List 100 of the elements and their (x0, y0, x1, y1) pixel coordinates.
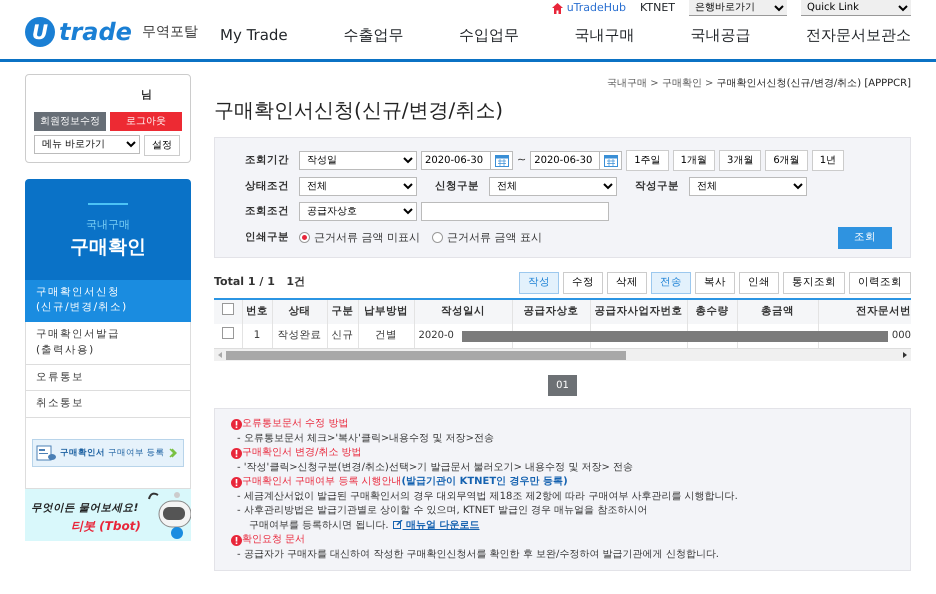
notice-text: - 오류통보문서 체크>'복사'클릭>내용수정 및 저장>전송 (236, 432, 495, 446)
logout-button[interactable]: 로그아웃 (110, 112, 182, 130)
notice-note: (발급기관이 KTNET인 경우만 등록) (402, 475, 568, 489)
row-checkbox[interactable] (222, 326, 234, 339)
sidebar-item[interactable]: 구매확인서신청 (신규/변경/취소) (25, 280, 191, 322)
radio-option[interactable]: 근거서류 금액 미표시 (299, 230, 420, 246)
notice-title: 구매확인서 변경/취소 방법 (242, 446, 362, 460)
radio-icon[interactable] (432, 232, 443, 244)
notice-title: 오류통보문서 수정 방법 (242, 417, 348, 431)
page-title: 구매확인서신청(신규/변경/취소) (214, 97, 504, 124)
category-label: 국내구매 (85, 216, 131, 232)
alert-icon (231, 534, 242, 546)
period-type-select[interactable]: 작성일 (299, 151, 417, 170)
period-button[interactable]: 1년 (812, 150, 844, 171)
chatbot-question: 무엇이든 물어보세요! (31, 501, 140, 516)
write-type-select[interactable]: 전체 (689, 177, 807, 196)
nav-item[interactable]: 수출업무 (343, 24, 404, 46)
table-cell: 건별 (375, 328, 397, 341)
date-field[interactable]: 2020-06-30 (421, 151, 491, 170)
column-header: 공급자사업자번호 (590, 298, 687, 324)
column-header: 구분 (327, 298, 358, 324)
field-label: 조회조건 (245, 204, 290, 219)
category-title: 구매확인 (69, 235, 147, 260)
search-field[interactable] (421, 202, 609, 221)
sidebar-item[interactable]: 오류통보 (25, 364, 191, 392)
period-button[interactable]: 1주일 (626, 150, 669, 171)
period-button[interactable]: 6개월 (765, 150, 808, 171)
table-cell: 신규 (332, 328, 354, 341)
manual-download-link[interactable]: 매뉴얼 다운로드 (392, 520, 480, 530)
alert-icon (231, 476, 242, 488)
column-header: 납부방법 (358, 298, 414, 324)
radio-icon[interactable] (299, 232, 310, 244)
notice-title: 확인요청 문서 (242, 533, 306, 547)
action-button[interactable]: 작성 (519, 272, 559, 294)
action-button[interactable]: 복사 (695, 272, 735, 294)
column-header: 상태 (272, 298, 327, 324)
notice-title: 구매확인서 구매여부 등록 시행안내 (242, 475, 402, 489)
horizontal-scrollbar[interactable] (214, 349, 911, 361)
notice-text: - '작성'클릭>신청구분(변경/취소)선택>기 발급문서 불러오기> 내용수정 및 저장> 전송 (236, 460, 634, 474)
scroll-right-icon[interactable] (903, 352, 907, 358)
calendar-icon[interactable] (491, 151, 513, 170)
action-button[interactable]: 삭제 (607, 272, 647, 294)
scroll-left-icon[interactable] (218, 352, 222, 358)
logo-text: trade (59, 17, 132, 48)
banner-text: 구매확인서 구매여부 등록 (60, 446, 165, 460)
action-button[interactable]: 수정 (563, 272, 603, 294)
field-label: 조회기간 (245, 152, 290, 168)
home-link[interactable]: uTradeHub (552, 0, 626, 16)
chatbot-banner[interactable]: 무엇이든 물어보세요! 티봇 (Tbot) (25, 489, 191, 541)
chatbot-name: 티봇 (Tbot) (71, 518, 142, 535)
action-button[interactable]: 전송 (651, 272, 691, 294)
column-header: 총수량 (687, 298, 737, 324)
quick-link-select[interactable]: Quick Link (801, 0, 911, 16)
condition-select[interactable]: 공급자상호 (299, 202, 417, 221)
action-button[interactable]: 통지조회 (783, 272, 845, 294)
period-button[interactable]: 1개월 (672, 150, 715, 171)
field-label: 작성구분 (635, 178, 680, 194)
total-count: Total 1 / 1 1건 (214, 274, 306, 290)
nav-item[interactable]: 국내공급 (690, 24, 750, 46)
nav-item[interactable]: 전자문서보관소 (806, 24, 911, 46)
apply-type-select[interactable]: 전체 (489, 177, 617, 196)
action-button[interactable]: 이력조회 (849, 272, 911, 294)
column-header: 총금액 (737, 298, 818, 324)
column-header: 공급자상호 (512, 298, 590, 324)
nav-item[interactable]: 수입업무 (458, 24, 519, 46)
table-cell: 1 (254, 328, 260, 341)
column-header: 번호 (242, 298, 272, 324)
breadcrumb: 국내구매 > 구매확인 > 구매확인서신청(신규/변경/취소) [APPPCR] (606, 77, 911, 91)
radio-option[interactable]: 근거서류 금액 표시 (432, 230, 542, 246)
home-icon (552, 2, 563, 14)
logo-mark: U (25, 17, 55, 47)
table-cell: 2020-0 (418, 330, 454, 342)
select-all-checkbox[interactable] (222, 302, 234, 315)
date-field[interactable]: 2020-06-30 (530, 151, 600, 170)
period-button[interactable]: 3개월 (718, 150, 762, 171)
notice-text: - 세금계산서없이 발급된 구매확인서의 경우 대외무역법 제18조 제2항에 따라 구매여부 사후관리를 시행합니다. (236, 490, 739, 504)
notice-text: - 공급자가 구매자를 대신하여 작성한 구매확인신청서를 확인한 후 보완/수정하여 발급기관에게 신청합니다. (236, 548, 720, 562)
calendar-icon[interactable] (600, 151, 622, 170)
chevron-icon (168, 448, 177, 458)
purchase-register-banner[interactable]: 구매확인서 구매여부 등록 (32, 439, 184, 467)
edit-profile-button[interactable]: 회원정보수정 (34, 112, 106, 130)
field-label: 인쇄구분 (245, 230, 290, 245)
bank-select[interactable]: 은행바로가기 (689, 0, 787, 16)
ktnet-link[interactable]: KTNET (640, 0, 675, 16)
field-label: 신청구분 (435, 178, 480, 194)
table-cell: 000 (892, 330, 911, 342)
alert-icon (231, 418, 242, 430)
column-header: 작성일시 (414, 298, 512, 324)
status-select[interactable]: 전체 (299, 177, 417, 196)
user-name: 님 (140, 87, 153, 103)
nav-item[interactable]: 국내구매 (574, 24, 635, 46)
notice-text: - 사후관리방법은 발급기관별로 상이할 수 있으며, KTNET 발급인 경우 매뉴얼을 참조하시어 구매여부를 등록하시면 됩니다. 매뉴얼 다운로드 (236, 504, 648, 532)
sidebar-item[interactable]: 취소통보 (25, 391, 191, 418)
sidebar-item[interactable]: 구매확인서발급 (출력사용) (25, 322, 191, 364)
column-header: 전자문서번 (818, 298, 911, 324)
settings-button[interactable]: 설정 (144, 134, 180, 156)
page-button[interactable]: 01 (548, 375, 577, 396)
action-button[interactable]: 인쇄 (739, 272, 779, 294)
nav-item[interactable]: My Trade (220, 24, 288, 46)
menu-select[interactable]: 메뉴 바로가기 (34, 134, 140, 154)
